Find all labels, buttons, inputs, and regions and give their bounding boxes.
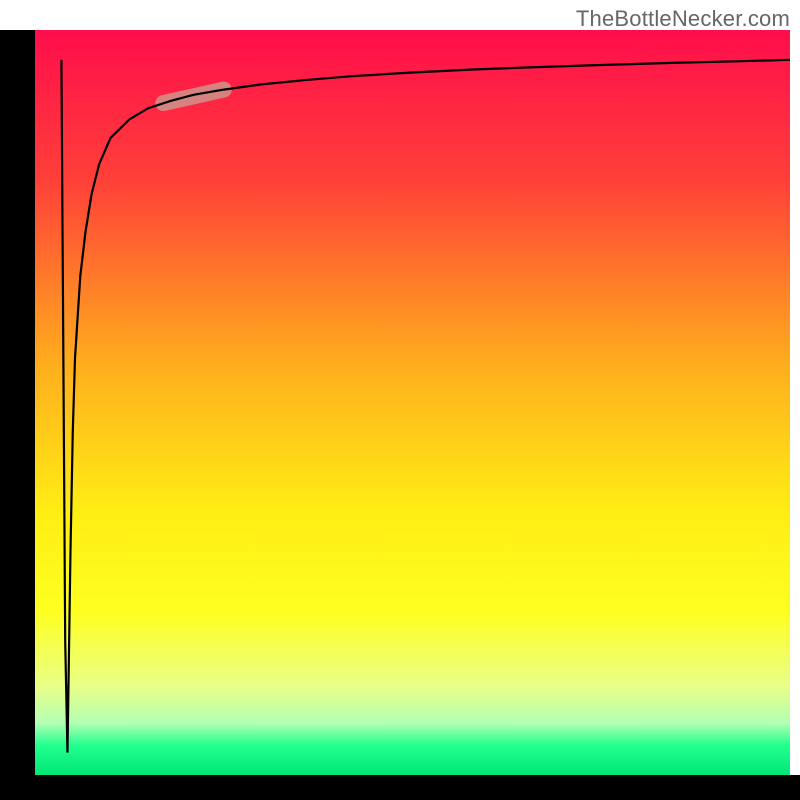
x-axis [0, 775, 800, 800]
chart-container: TheBottleNecker.com [0, 0, 800, 800]
plot-background [35, 30, 790, 775]
watermark-text: TheBottleNecker.com [576, 6, 790, 32]
y-axis [0, 30, 35, 775]
bottleneck-chart [0, 0, 800, 800]
